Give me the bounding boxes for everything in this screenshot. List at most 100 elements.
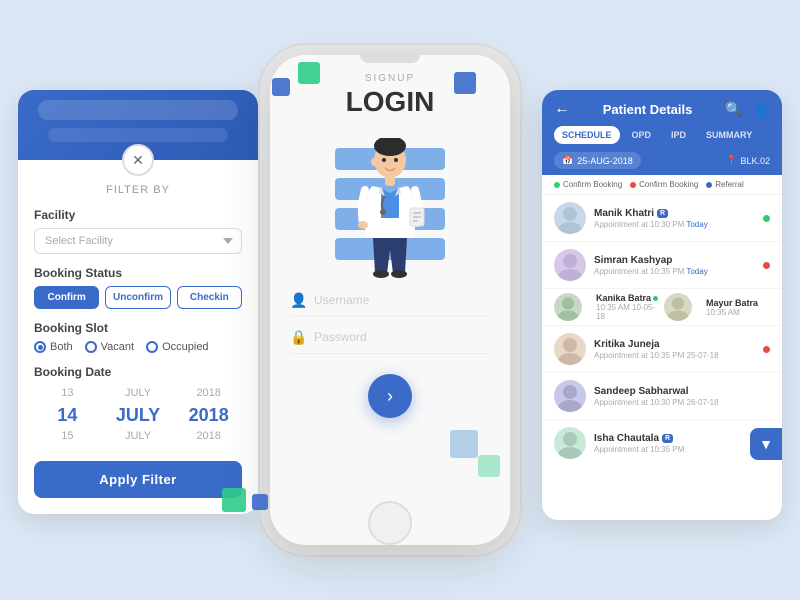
slot-occupied-radio[interactable] [146,341,158,353]
status-dot-small [653,296,658,301]
patient-tag: R [657,209,668,218]
legend-unconfirm: Confirm Booking [630,180,698,189]
login-label: LOGIN [346,86,435,118]
patient-name: Manik Khatri R [594,208,763,219]
header-blur-bar1 [38,100,238,120]
legend-row: Confirm Booking Confirm Booking Referral [542,175,782,195]
legend-dot-unconfirm [630,182,636,188]
deco-blue-square-2 [454,72,476,94]
month-current: JULY [116,403,160,428]
tab-schedule[interactable]: SCHEDULE [554,126,620,144]
status-dot [763,346,770,353]
signup-label: SIGNUP [365,73,415,84]
patient-tag: R [662,434,673,443]
slot-occupied-option[interactable]: Occupied [146,341,208,353]
patient-name: Isha Chautala R [594,433,770,444]
tab-opd[interactable]: OPD [624,126,660,144]
doctor-svg [355,138,425,278]
patient-list: Manik Khatri R Appointment at 10:30 PM T… [542,195,782,520]
password-placeholder: Password [314,330,367,344]
user-profile-icon[interactable]: 👤 [753,101,770,118]
booking-slot-label: Booking Slot [34,321,242,335]
day-current: 14 [57,403,77,428]
phone-notch [360,55,420,63]
legend-referral: Referral [706,180,743,189]
middle-phone: SIGNUP LOGIN [270,55,510,545]
deco-blue-square-4 [252,494,268,510]
facility-label: Facility [34,208,242,222]
patient-name: Kanika Batra [596,293,660,303]
left-filter-panel: ✕ FILTER BY Facility Select Facility Boo… [18,90,258,514]
go-button[interactable]: › [368,374,412,418]
patient-info: Manik Khatri R Appointment at 10:30 PM T… [594,208,763,229]
search-icon[interactable]: 🔍 [725,101,742,118]
patient-row[interactable]: Kritika Juneja Appointment at 10:35 PM 2… [542,326,782,373]
legend-confirm: Confirm Booking [554,180,622,189]
slot-both-radio[interactable] [34,341,46,353]
patient-name: Simran Kashyap [594,255,763,266]
unconfirm-button[interactable]: Unconfirm [105,286,170,309]
patient-appt: Appointment at 10:30 PM Today [594,220,763,229]
filter-fab-button[interactable]: ▼ [750,428,782,460]
patient-info: Kanika Batra 10:35 AM 10-05-18 [596,293,660,321]
header-row-1: ← Patient Details 🔍 👤 [554,100,770,118]
patient-name: Kritika Juneja [594,339,763,350]
patient-appt: Appointment at 10:30 PM 26-07-18 [594,398,770,407]
year-column: 2018 2018 2018 [175,385,242,445]
right-patient-panel: ← Patient Details 🔍 👤 SCHEDULE OPD IPD S… [542,90,782,520]
confirm-button[interactable]: Confirm [34,286,99,309]
patient-info: Mayur Batra 10:35 AM [706,298,758,317]
avatar [554,380,586,412]
patient-row[interactable]: Isha Chautala R Appointment at 10:35 PM [542,420,782,466]
patient-row[interactable]: Manik Khatri R Appointment at 10:30 PM T… [542,195,782,242]
booking-status-label: Booking Status [34,266,242,280]
status-button-group: Confirm Unconfirm Checkin [34,286,242,309]
booking-date-label: Booking Date [34,365,242,379]
year-current: 2018 [189,403,229,428]
status-dot [763,262,770,269]
day-prev: 13 [61,385,73,403]
panel-title: Patient Details [603,102,693,117]
avatar [554,293,582,321]
patient-details-header: ← Patient Details 🔍 👤 SCHEDULE OPD IPD S… [542,90,782,175]
year-next: 2018 [196,428,220,446]
left-panel-header: ✕ [18,90,258,160]
header-icons: 🔍 👤 [725,101,770,118]
password-field[interactable]: 🔒 Password [290,321,490,354]
patient-row[interactable]: Sandeep Sabharwal Appointment at 10:30 P… [542,373,782,420]
header-blur-bar2 [48,128,228,142]
tab-summary[interactable]: SUMMARY [698,126,760,144]
month-column: JULY JULY JULY [105,385,172,445]
filter-icon: ▼ [759,436,773,452]
avatar [554,202,586,234]
phone-screen: SIGNUP LOGIN [270,63,510,493]
back-button[interactable]: ← [554,100,570,118]
patient-name: Mayur Batra [706,298,758,308]
patient-info: Simran Kashyap Appointment at 10:35 PM T… [594,255,763,276]
patient-info: Kritika Juneja Appointment at 10:35 PM 2… [594,339,763,360]
avatar [554,333,586,365]
slot-both-option[interactable]: Both [34,341,73,353]
patient-appt: 10:35 AM 10-05-18 [596,303,660,321]
patient-kanika[interactable]: Kanika Batra 10:35 AM 10-05-18 [554,293,660,321]
day-next: 15 [61,428,73,446]
username-field[interactable]: 👤 Username [290,284,490,317]
slot-vacant-option[interactable]: Vacant [85,341,134,353]
date-value: 25-AUG-2018 [577,156,633,166]
checkin-button[interactable]: Checkin [177,286,242,309]
doctor-figure [355,138,425,278]
date-picker: 13 14 15 JULY JULY JULY 2018 2018 2018 [34,385,242,445]
patient-mayur[interactable]: Mayur Batra 10:35 AM [664,293,770,321]
close-button[interactable]: ✕ [122,144,154,176]
left-panel-body: FILTER BY Facility Select Facility Booki… [18,160,258,514]
patient-row[interactable]: Simran Kashyap Appointment at 10:35 PM T… [542,242,782,289]
facility-select[interactable]: Select Facility [34,228,242,254]
tab-ipd[interactable]: IPD [663,126,694,144]
slot-vacant-radio[interactable] [85,341,97,353]
calendar-icon: 📅 [562,155,573,166]
user-field-icon: 👤 [290,292,306,308]
location-icon: 📍 [726,155,737,166]
month-prev: JULY [125,385,151,403]
phone-home-button[interactable] [368,501,412,545]
patient-appt: 10:35 AM [706,308,758,317]
